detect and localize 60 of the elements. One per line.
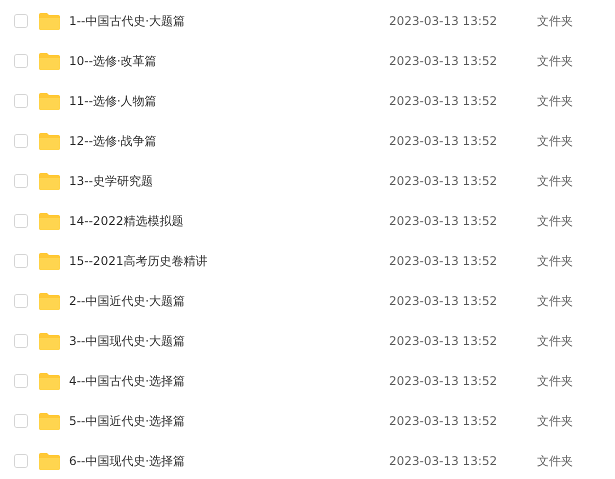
checkbox[interactable] [14,134,28,148]
modified-date: 2023-03-13 13:52 [389,54,498,68]
file-type: 文件夹 [537,412,573,430]
checkbox[interactable] [14,254,28,268]
checkbox[interactable] [14,374,28,388]
folder-icon [39,52,60,70]
folder-icon [39,332,60,350]
file-name[interactable]: 13--史学研究题 [69,172,389,190]
modified-date: 2023-03-13 13:52 [389,254,498,268]
folder-icon [39,412,60,430]
folder-icon [39,372,60,390]
file-type: 文件夹 [537,372,573,390]
folder-icon [39,92,60,110]
modified-date: 2023-03-13 13:52 [389,414,498,428]
file-type: 文件夹 [537,52,573,70]
folder-icon [39,452,60,470]
file-name[interactable]: 2--中国近代史·大题篇 [69,292,389,310]
file-name[interactable]: 10--选修·改革篇 [69,52,389,70]
modified-date: 2023-03-13 13:52 [389,14,498,28]
folder-icon [39,292,60,310]
file-type: 文件夹 [537,92,573,110]
file-name[interactable]: 11--选修·人物篇 [69,92,389,110]
modified-date: 2023-03-13 13:52 [389,214,498,228]
file-name[interactable]: 15--2021高考历史卷精讲 [69,252,389,270]
modified-date: 2023-03-13 13:52 [389,374,498,388]
file-name[interactable]: 1--中国古代史·大题篇 [69,12,389,30]
file-name[interactable]: 5--中国近代史·选择篇 [69,412,389,430]
file-type: 文件夹 [537,12,573,30]
modified-date: 2023-03-13 13:52 [389,174,498,188]
file-type: 文件夹 [537,212,573,230]
file-name[interactable]: 14--2022精选模拟题 [69,212,389,230]
folder-icon [39,172,60,190]
checkbox[interactable] [14,454,28,468]
modified-date: 2023-03-13 13:52 [389,294,498,308]
file-name[interactable]: 6--中国现代史·选择篇 [69,452,389,470]
file-type: 文件夹 [537,332,573,350]
checkbox[interactable] [14,54,28,68]
checkbox[interactable] [14,414,28,428]
file-type: 文件夹 [537,172,573,190]
modified-date: 2023-03-13 13:52 [389,454,498,468]
file-name[interactable]: 4--中国古代史·选择篇 [69,372,389,390]
folder-icon [39,252,60,270]
file-name[interactable]: 12--选修·战争篇 [69,132,389,150]
folder-icon [39,132,60,150]
modified-date: 2023-03-13 13:52 [389,134,498,148]
checkbox[interactable] [14,334,28,348]
checkbox[interactable] [14,294,28,308]
modified-date: 2023-03-13 13:52 [389,334,498,348]
folder-icon [39,12,60,30]
folder-icon [39,212,60,230]
file-type: 文件夹 [537,292,573,310]
modified-date: 2023-03-13 13:52 [389,94,498,108]
file-type: 文件夹 [537,132,573,150]
checkbox[interactable] [14,94,28,108]
file-type: 文件夹 [537,452,573,470]
checkbox[interactable] [14,174,28,188]
file-name[interactable]: 3--中国现代史·大题篇 [69,332,389,350]
file-type: 文件夹 [537,252,573,270]
checkbox[interactable] [14,214,28,228]
checkbox[interactable] [14,14,28,28]
